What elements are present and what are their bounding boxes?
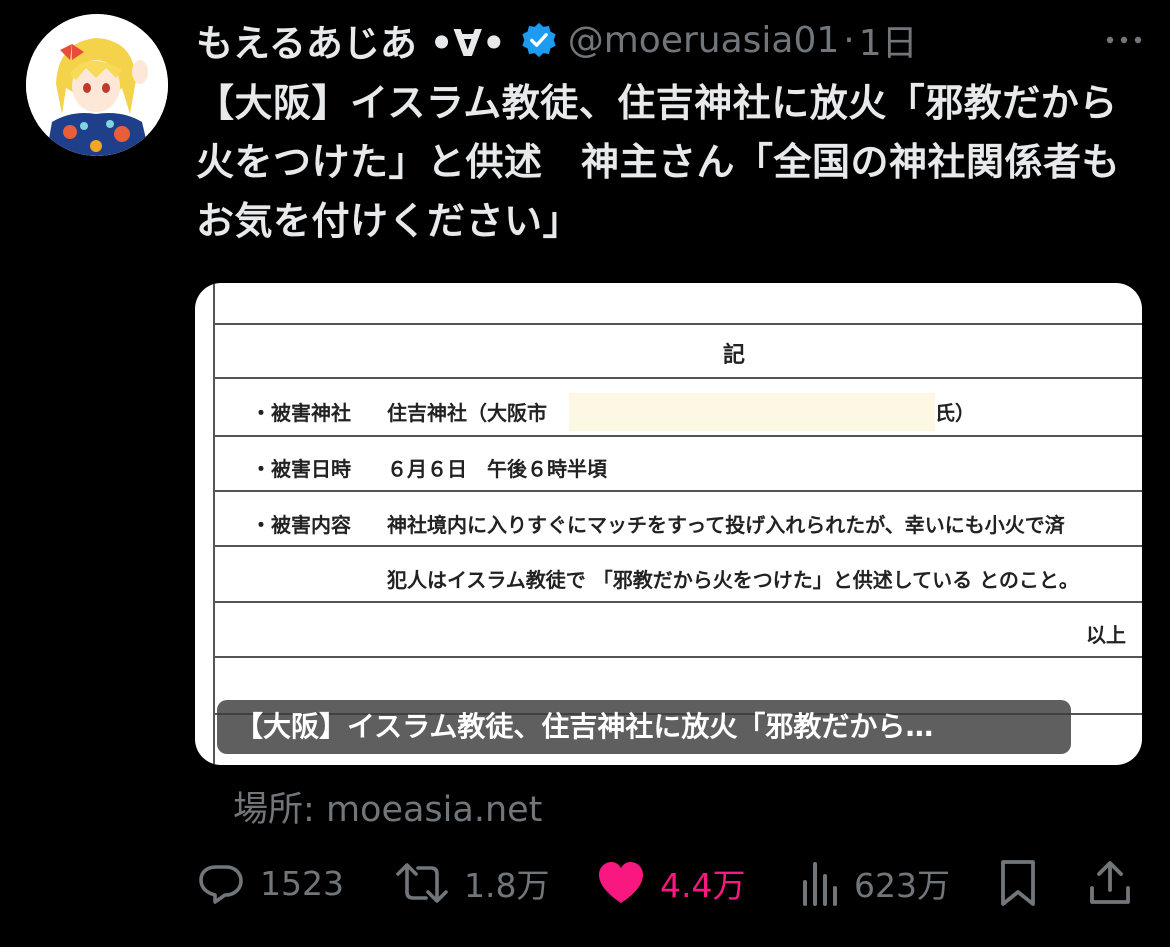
location-line: 場所: moeasia.net xyxy=(233,781,542,832)
document-rule xyxy=(213,490,1142,492)
more-horizontal-icon[interactable] xyxy=(1102,18,1146,62)
document-row-label: ・被害神社 xyxy=(251,401,351,425)
retweet-button[interactable]: 1.8万 xyxy=(394,855,549,911)
bookmark-icon xyxy=(1001,860,1035,906)
document-rule xyxy=(213,601,1142,603)
document-rule xyxy=(213,323,1142,325)
tweet-header: もえるあじあ •∀• @moeruasia01 · 1日 xyxy=(196,14,1146,66)
verified-badge-icon xyxy=(520,21,558,59)
action-bar: 1523 1.8万 4.4万 623万 xyxy=(196,855,1146,911)
like-count: 4.4万 xyxy=(660,866,746,905)
document-row-value: 神社境内に入りすぐにマッチをすって投げ入れられたが、幸いにも小火で済 xyxy=(387,513,1065,537)
document-rule xyxy=(213,435,1142,437)
document-row-value: 犯人はイスラム教徒で 「邪教だから火をつけた」と供述している とのこと。 xyxy=(387,568,1079,592)
document-closing: 以上 xyxy=(1086,623,1126,647)
media-card[interactable]: 記 ・被害神社 住吉神社（大阪市 氏） ・被害日時 ６月６日 午後６時半頃 ・被… xyxy=(195,283,1142,765)
share-upload-icon xyxy=(1090,861,1130,904)
location-domain-link[interactable]: moeasia.net xyxy=(326,790,542,830)
document-heading: 記 xyxy=(723,343,746,368)
document-row-label: ・被害日時 xyxy=(251,457,351,481)
document-rule xyxy=(213,545,1142,547)
bookmark-button[interactable] xyxy=(998,855,1038,911)
like-button[interactable]: 4.4万 xyxy=(596,855,745,911)
redacted-address-block xyxy=(569,393,935,431)
reply-button[interactable]: 1523 xyxy=(196,855,344,911)
share-button[interactable] xyxy=(1088,855,1132,911)
reply-bubble-icon xyxy=(199,865,243,904)
tweet: もえるあじあ •∀• @moeruasia01 · 1日 【大阪】イスラム教徒、… xyxy=(0,0,1170,947)
author-avatar[interactable] xyxy=(26,14,168,156)
retweet-icon xyxy=(396,863,448,903)
document-row-label: ・被害内容 xyxy=(251,513,351,537)
document-row-value: ６月６日 午後６時半頃 xyxy=(387,457,607,481)
author-display-name[interactable]: もえるあじあ •∀• xyxy=(196,13,506,67)
document-border-left xyxy=(213,283,215,765)
document-row-value-suffix: 氏） xyxy=(935,401,975,425)
tweet-text: 【大阪】イスラム教徒、住吉神社に放火「邪教だから火をつけた」と供述 神主さん「全… xyxy=(196,81,1121,243)
views-count: 623万 xyxy=(854,866,950,905)
author-handle[interactable]: @moeruasia01 xyxy=(568,20,840,61)
header-separator: · xyxy=(843,19,855,61)
document-rule xyxy=(213,377,1142,379)
location-label: 場所: xyxy=(233,790,315,830)
bar-chart-icon xyxy=(803,862,837,906)
tweet-timestamp[interactable]: 1日 xyxy=(859,14,918,66)
document-row-value: 住吉神社（大阪市 xyxy=(387,401,547,425)
document-rule xyxy=(213,656,1142,658)
heart-filled-icon xyxy=(599,862,643,903)
avatar-illustration xyxy=(26,14,168,156)
views-button[interactable]: 623万 xyxy=(800,855,950,911)
reply-count: 1523 xyxy=(260,863,344,903)
media-caption[interactable]: 【大阪】イスラム教徒、住吉神社に放火「邪教だから… xyxy=(217,700,1071,754)
document-image: 記 ・被害神社 住吉神社（大阪市 氏） ・被害日時 ６月６日 午後６時半頃 ・被… xyxy=(195,283,1142,765)
retweet-count: 1.8万 xyxy=(464,866,550,905)
